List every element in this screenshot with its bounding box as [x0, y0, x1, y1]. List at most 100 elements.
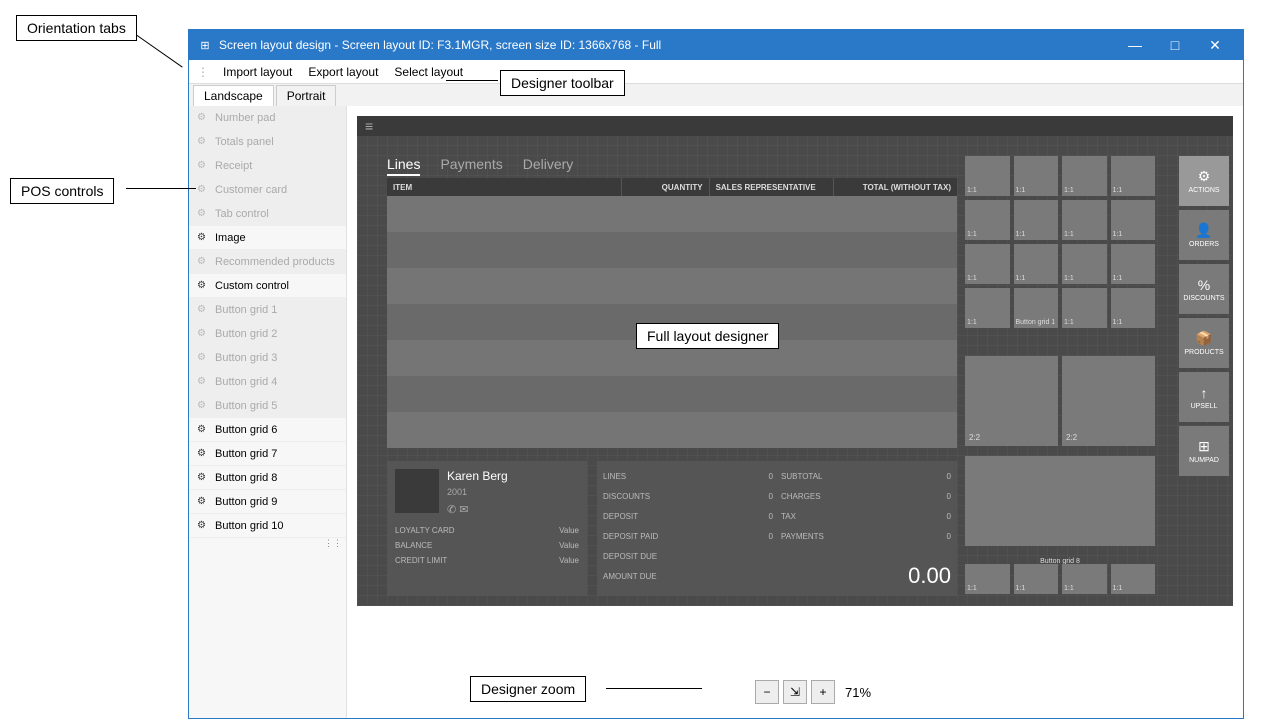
tab-landscape[interactable]: Landscape	[193, 85, 274, 106]
zoom-out-button[interactable]: −	[755, 680, 779, 704]
line-row[interactable]	[387, 268, 957, 304]
lines-rows[interactable]	[387, 196, 957, 448]
col-quantity: QUANTITY	[622, 178, 709, 196]
grid-button[interactable]: 1:1	[1014, 244, 1059, 284]
grid-button[interactable]: 1:1	[1062, 564, 1107, 594]
titlebar: ⊞ Screen layout design - Screen layout I…	[189, 30, 1243, 60]
orders-icon: 👤	[1195, 222, 1212, 239]
close-button[interactable]: ✕	[1195, 30, 1235, 60]
gear-icon: ⚙	[197, 160, 209, 172]
gear-icon: ⚙	[197, 376, 209, 388]
grid-button[interactable]: Button grid 1	[1014, 288, 1059, 328]
resize-grip[interactable]: ⋮⋮	[189, 538, 346, 550]
mail-icon[interactable]: ✉	[459, 504, 468, 516]
control-button-grid-4[interactable]: ⚙Button grid 4	[189, 370, 346, 394]
hamburger-icon[interactable]: ≡	[365, 118, 373, 134]
tab-lines[interactable]: Lines	[387, 156, 420, 176]
pos-topbar: ≡	[357, 116, 1233, 136]
grid-button[interactable]: 1:1	[1111, 200, 1156, 240]
control-button-grid-3[interactable]: ⚙Button grid 3	[189, 346, 346, 370]
control-button-grid-10[interactable]: ⚙Button grid 10	[189, 514, 346, 538]
grid-button[interactable]: 1:1	[1014, 564, 1059, 594]
grid-button[interactable]: 1:1	[1014, 200, 1059, 240]
totals-panel[interactable]: LINES0 SUBTOTAL0 DISCOUNTS0 CHARGES0 DEP…	[597, 461, 957, 596]
customer-card[interactable]: Karen Berg 2001 ✆ ✉ LOYALTY CARDValue BA…	[387, 461, 587, 596]
grid-button[interactable]: 2:2	[965, 356, 1058, 446]
control-button-grid-6[interactable]: ⚙Button grid 6	[189, 418, 346, 442]
grid-button[interactable]: 1:1	[1111, 244, 1156, 284]
side-products-button[interactable]: 📦PRODUCTS	[1179, 318, 1229, 368]
import-layout-button[interactable]: Import layout	[215, 63, 300, 81]
callout-toolbar: Designer toolbar	[500, 70, 625, 96]
callout-full-layout: Full layout designer	[636, 323, 779, 349]
grid-button[interactable]: 1:1	[1111, 288, 1156, 328]
lines-header: ITEM QUANTITY SALES REPRESENTATIVE TOTAL…	[387, 178, 957, 196]
gear-icon: ⚙	[197, 472, 209, 484]
window-title: Screen layout design - Screen layout ID:…	[219, 38, 1115, 52]
zoom-fit-button[interactable]: ⇲	[783, 680, 807, 704]
line-row[interactable]	[387, 412, 957, 448]
line-row[interactable]	[387, 196, 957, 232]
tab-delivery[interactable]: Delivery	[523, 156, 574, 176]
phone-icon[interactable]: ✆	[447, 504, 456, 516]
control-button-grid-8[interactable]: ⚙Button grid 8	[189, 466, 346, 490]
control-customer-card[interactable]: ⚙Customer card	[189, 178, 346, 202]
control-button-grid-9[interactable]: ⚙Button grid 9	[189, 490, 346, 514]
control-button-grid-1[interactable]: ⚙Button grid 1	[189, 298, 346, 322]
gear-icon: ⚙	[197, 328, 209, 340]
grid-button[interactable]: 1:1	[1062, 244, 1107, 284]
export-layout-button[interactable]: Export layout	[300, 63, 386, 81]
button-grid-1[interactable]: 1:11:11:11:1 1:11:11:11:1 1:11:11:11:1 1…	[965, 156, 1155, 332]
grid-button[interactable]: 1:1	[965, 564, 1010, 594]
col-sales-rep: SALES REPRESENTATIVE	[710, 178, 834, 196]
control-number-pad[interactable]: ⚙Number pad	[189, 106, 346, 130]
callout-zoom: Designer zoom	[470, 676, 586, 702]
gear-icon: ⚙	[197, 304, 209, 316]
pos-controls-list: ⚙Number pad ⚙Totals panel ⚙Receipt ⚙Cust…	[189, 106, 347, 718]
side-discounts-button[interactable]: %DISCOUNTS	[1179, 264, 1229, 314]
grid-button[interactable]: 1:1	[965, 200, 1010, 240]
tab-portrait[interactable]: Portrait	[276, 85, 337, 106]
grid-button[interactable]: 1:1	[1014, 156, 1059, 196]
control-button-grid-7[interactable]: ⚙Button grid 7	[189, 442, 346, 466]
tab-payments[interactable]: Payments	[440, 156, 502, 176]
grid-button[interactable]: 1:1	[1062, 200, 1107, 240]
gear-icon: ⚙	[197, 136, 209, 148]
layout-canvas[interactable]: ≡ Lines Payments Delivery ITEM QUANTITY …	[357, 116, 1233, 606]
control-totals-panel[interactable]: ⚙Totals panel	[189, 130, 346, 154]
maximize-button[interactable]: □	[1155, 30, 1195, 60]
orientation-tabs: Landscape Portrait	[189, 84, 1243, 106]
control-button-grid-2[interactable]: ⚙Button grid 2	[189, 322, 346, 346]
amount-due-value: 0.00	[781, 563, 951, 589]
grid-button[interactable]: 1:1	[1111, 156, 1156, 196]
control-tab-control[interactable]: ⚙Tab control	[189, 202, 346, 226]
grid-button[interactable]: 1:1	[1111, 564, 1156, 594]
zoom-in-button[interactable]: +	[811, 680, 835, 704]
side-actions-button[interactable]: ⚙ACTIONS	[1179, 156, 1229, 206]
minimize-button[interactable]: —	[1115, 30, 1155, 60]
side-orders-button[interactable]: 👤ORDERS	[1179, 210, 1229, 260]
grid-button[interactable]: 1:1	[965, 244, 1010, 284]
control-image[interactable]: ⚙Image	[189, 226, 346, 250]
control-custom-control[interactable]: ⚙Custom control	[189, 274, 346, 298]
gear-icon: ⚙	[197, 448, 209, 460]
customer-name: Karen Berg	[447, 469, 508, 483]
callout-pos-controls: POS controls	[10, 178, 114, 204]
select-layout-button[interactable]: Select layout	[386, 63, 471, 81]
grid-button[interactable]: 2:2	[1062, 356, 1155, 446]
control-button-grid-5[interactable]: ⚙Button grid 5	[189, 394, 346, 418]
grid-button[interactable]: 1:1	[1062, 288, 1107, 328]
grid-button[interactable]: 1:1	[965, 288, 1010, 328]
col-item: ITEM	[387, 178, 622, 196]
button-grid-bottom[interactable]: Button grid 8 1:1 1:1 1:1 1:1	[965, 456, 1155, 594]
control-recommended-products[interactable]: ⚙Recommended products	[189, 250, 346, 274]
side-numpad-button[interactable]: ⊞NUMPAD	[1179, 426, 1229, 476]
grid-button[interactable]: 1:1	[965, 156, 1010, 196]
grid-button[interactable]	[965, 456, 1155, 546]
line-row[interactable]	[387, 232, 957, 268]
grid-button[interactable]: 1:1	[1062, 156, 1107, 196]
side-upsell-button[interactable]: ↑UPSELL	[1179, 372, 1229, 422]
line-row[interactable]	[387, 376, 957, 412]
control-receipt[interactable]: ⚙Receipt	[189, 154, 346, 178]
button-grid-2[interactable]: 2:2 2:2	[965, 356, 1155, 446]
